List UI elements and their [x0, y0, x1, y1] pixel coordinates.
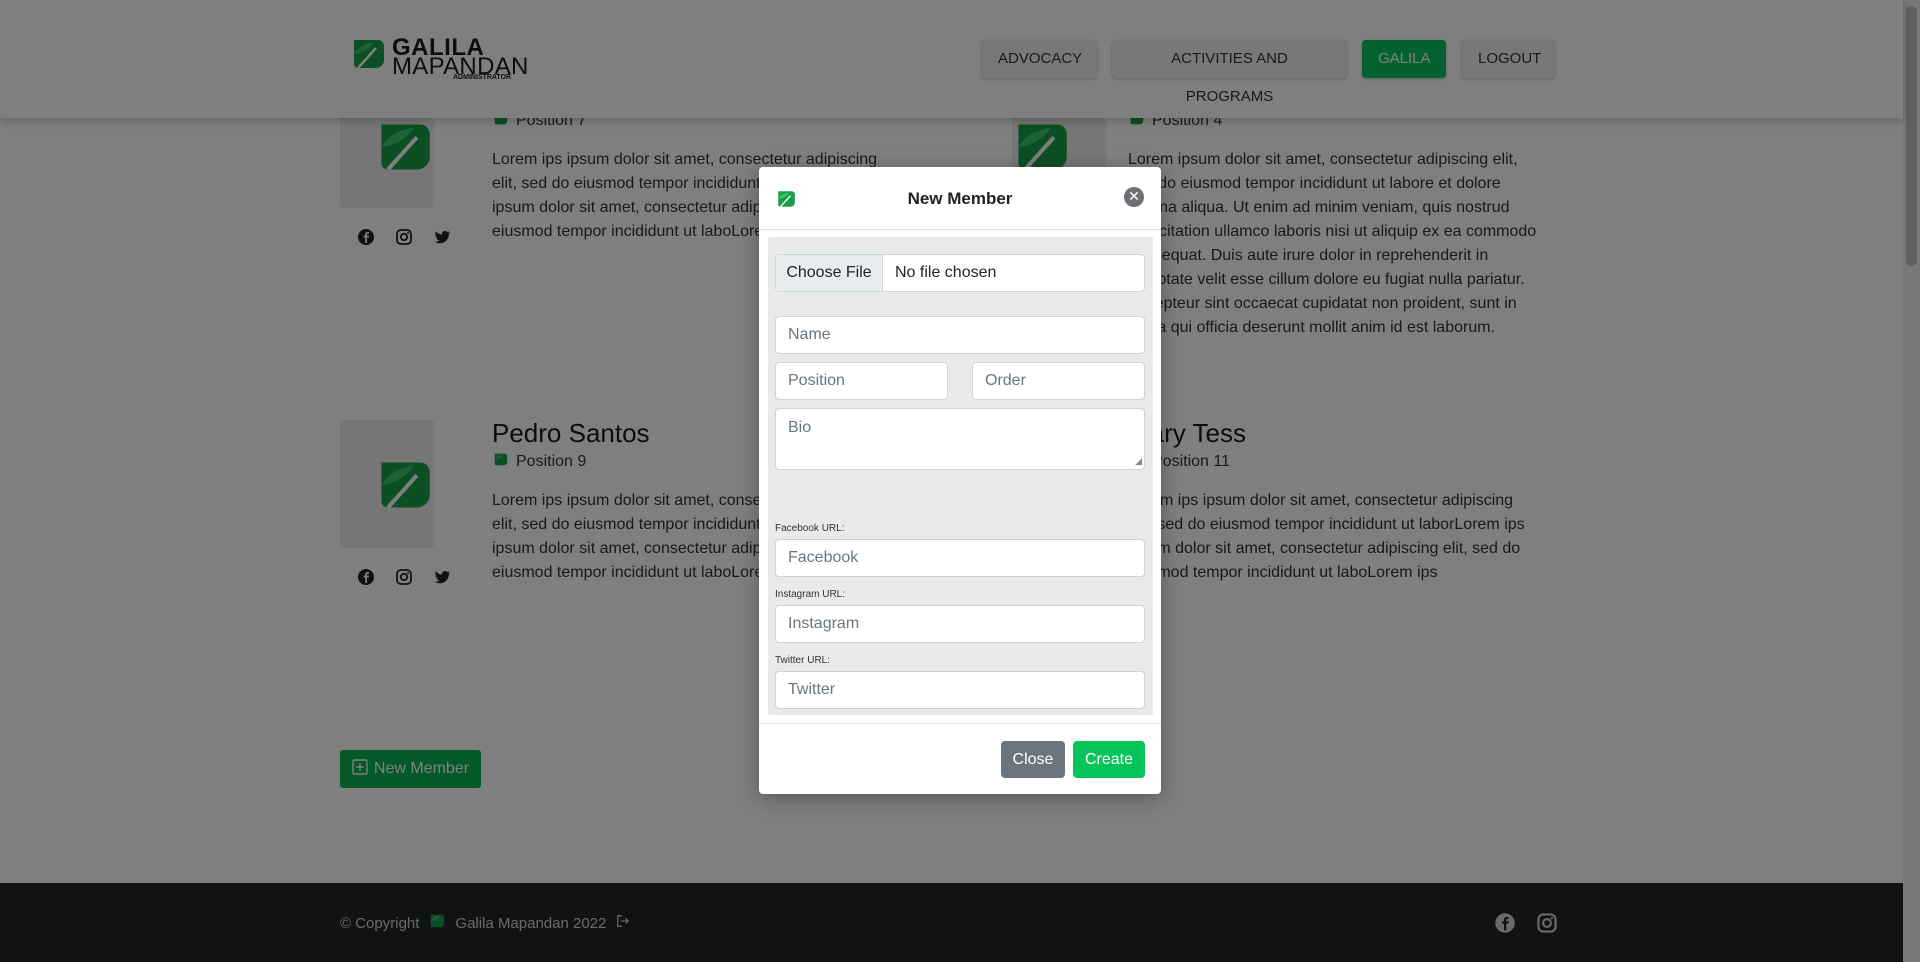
- twitter-url-label: Twitter URL:: [775, 655, 831, 666]
- close-button[interactable]: Close: [1001, 741, 1065, 778]
- bio-placeholder: Bio: [788, 419, 812, 436]
- modal-footer: Close Create: [759, 723, 1161, 795]
- order-input[interactable]: Order: [972, 362, 1145, 400]
- modal-form: Choose File No file chosen Name Position…: [768, 237, 1153, 715]
- instagram-url-label: Instagram URL:: [775, 589, 846, 600]
- choose-file-button[interactable]: Choose File: [776, 255, 883, 291]
- new-member-modal: New Member ✕ Choose File No file chosen …: [759, 167, 1161, 794]
- create-button[interactable]: Create: [1073, 741, 1145, 778]
- file-status: No file chosen: [895, 264, 997, 281]
- close-icon[interactable]: ✕: [1124, 187, 1144, 207]
- twitter-url-input[interactable]: Twitter: [775, 671, 1145, 709]
- position-input[interactable]: Position: [775, 362, 948, 400]
- resize-handle-icon[interactable]: ◢: [1135, 456, 1142, 467]
- facebook-url-label: Facebook URL:: [775, 523, 845, 534]
- name-input[interactable]: Name: [775, 316, 1145, 354]
- photo-file-input[interactable]: Choose File No file chosen: [775, 254, 1145, 292]
- facebook-url-input[interactable]: Facebook: [775, 539, 1145, 577]
- instagram-url-input[interactable]: Instagram: [775, 605, 1145, 643]
- modal-header: New Member ✕: [759, 167, 1161, 230]
- modal-title: New Member: [907, 189, 1013, 208]
- bio-textarea[interactable]: Bio ◢: [775, 408, 1145, 470]
